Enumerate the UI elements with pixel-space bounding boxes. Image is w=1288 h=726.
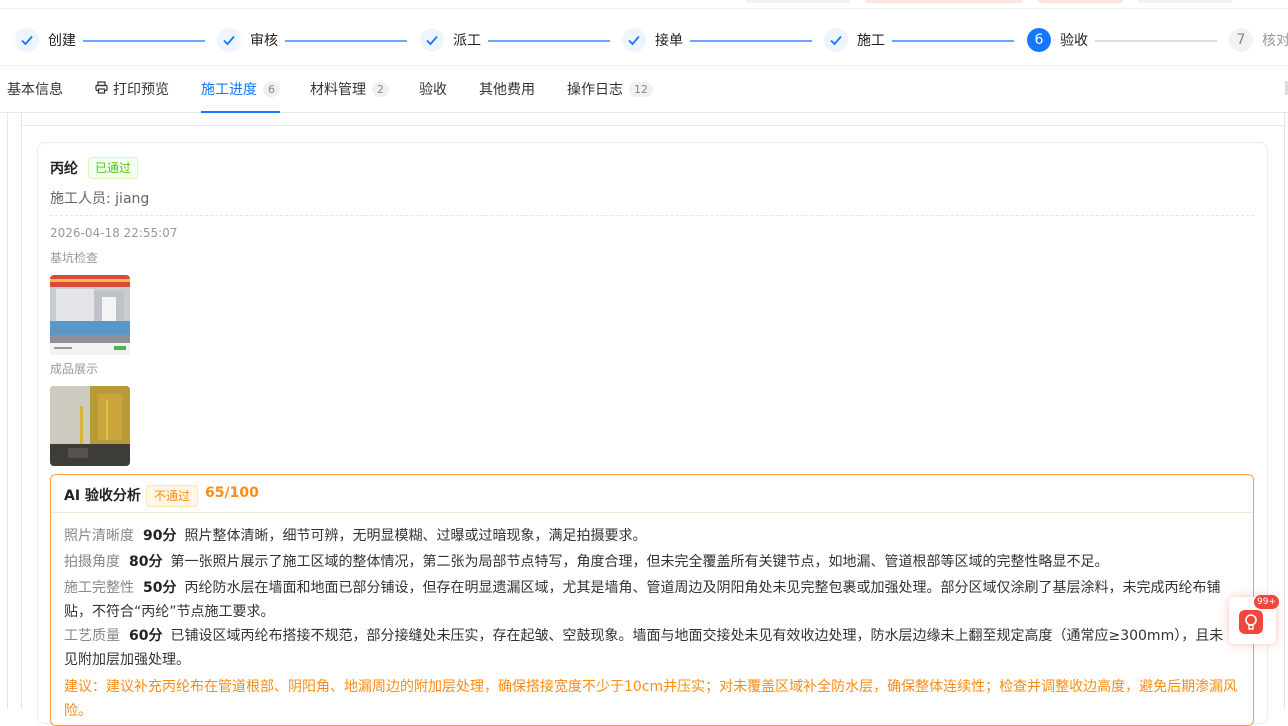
tab-inspection[interactable]: 验收: [419, 66, 447, 112]
section-label: 基坑检查: [50, 251, 99, 265]
item-label: 照片清晰度: [64, 528, 134, 544]
finished-work-photo[interactable]: [50, 386, 130, 466]
tab-other-fees[interactable]: 其他费用: [479, 66, 535, 112]
step-review: 审核: [217, 28, 278, 52]
ai-score: 65/100: [205, 485, 259, 501]
assistant-button[interactable]: 99+: [1229, 595, 1279, 644]
tab-bar: 基本信息 打印预览 施工进度 6 材料管理 2 验收 其他费用 操作日志 12: [0, 66, 1288, 113]
tab-label: 验收: [419, 82, 447, 98]
worker-name: 施工人员: jiang: [50, 191, 150, 207]
timestamp: 2026-04-18 22:55:07: [50, 226, 178, 240]
printer-icon: [95, 80, 108, 98]
tab-label: 其他费用: [479, 82, 535, 98]
section-label: 成品展示: [50, 362, 99, 376]
tab-print-preview[interactable]: 打印预览: [95, 66, 169, 112]
item-text: 第一张照片展示了施工区域的整体情况，第二张为局部节点特写，角度合理，但未完全覆盖…: [170, 554, 1109, 570]
item-label: 施工完整性: [64, 580, 134, 596]
item-text: 丙纶防水层在墙面和地面已部分铺设，但存在明显遗漏区域，尤其是墙角、管道周边及阴阳…: [64, 580, 1221, 620]
check-icon: [420, 28, 444, 52]
step-label: 接单: [655, 33, 683, 49]
progress-steps: 创建 审核 派工 接单 施工 6 验收 7 核对: [0, 9, 1288, 66]
item-text: 照片整体清晰，细节可辨，无明显模糊、过曝或过暗现象，满足拍摄要求。: [184, 528, 647, 544]
step-dispatch: 派工: [420, 28, 481, 52]
item-score: 90分: [143, 528, 177, 544]
step-number: 7: [1229, 28, 1253, 52]
step-label: 核对: [1262, 33, 1288, 49]
step-label: 审核: [250, 33, 278, 49]
tab-label: 施工进度: [201, 82, 257, 98]
item-score: 80分: [129, 554, 163, 570]
tab-construction-progress[interactable]: 施工进度 6: [201, 66, 280, 113]
item-label: 拍摄角度: [64, 554, 120, 570]
notification-count: 99+: [1254, 595, 1279, 609]
step-verify: 7 核对: [1229, 28, 1288, 52]
analysis-item: 施工完整性 50分 丙纶防水层在墙面和地面已部分铺设，但存在明显遗漏区域，尤其是墙角…: [64, 576, 1234, 624]
step-label: 创建: [48, 33, 76, 49]
count-badge: 12: [629, 81, 653, 97]
item-text: 已铺设区域丙纶布搭接不规范，部分接缝处未压实，存在起皱、空鼓现象。墙面与地面交接…: [64, 628, 1224, 668]
tab-operation-log[interactable]: 操作日志 12: [567, 66, 653, 112]
construction-site-photo[interactable]: [50, 275, 130, 355]
step-inspection: 6 验收: [1027, 28, 1088, 52]
tab-materials[interactable]: 材料管理 2: [310, 66, 389, 112]
step-label: 派工: [453, 33, 481, 49]
ai-analysis-box: AI 验收分析 不通过 65/100 照片清晰度 90分 照片整体清晰，细节可辨，无…: [50, 474, 1254, 726]
status-badge: 不通过: [146, 485, 199, 507]
divider: [50, 215, 1254, 216]
step-label: 验收: [1060, 33, 1088, 49]
check-icon: [217, 28, 241, 52]
tab-label: 打印预览: [113, 82, 169, 98]
item-score: 60分: [129, 628, 163, 644]
step-create: 创建: [15, 28, 76, 52]
ai-title: AI 验收分析: [64, 488, 141, 504]
check-icon: [824, 28, 848, 52]
step-label: 施工: [857, 33, 885, 49]
analysis-item: 照片清晰度 90分 照片整体清晰，细节可辨，无明显模糊、过曝或过暗现象，满足拍摄要求…: [64, 524, 1234, 548]
tab-label: 材料管理: [310, 82, 366, 98]
ai-header: AI 验收分析 不通过 65/100: [51, 475, 1253, 513]
check-icon: [622, 28, 646, 52]
tab-basic-info[interactable]: 基本信息: [7, 66, 63, 112]
status-badge: 已通过: [88, 157, 139, 179]
record-title: 丙纶: [50, 161, 78, 177]
top-strip: [0, 0, 1288, 9]
count-badge: 6: [263, 81, 280, 97]
check-icon: [15, 28, 39, 52]
tab-label: 基本信息: [7, 82, 63, 98]
count-badge: 2: [372, 81, 389, 97]
lightbulb-icon: [1239, 610, 1263, 634]
step-accept-order: 接单: [622, 28, 683, 52]
suggestion-text: 建议：建议补充丙纶布在管道根部、阴阳角、地漏周边的附加层处理，确保搭接宽度不少于…: [64, 679, 1238, 719]
tab-label: 操作日志: [567, 82, 623, 98]
divider: [7, 113, 8, 709]
analysis-item: 拍摄角度 80分 第一张照片展示了施工区域的整体情况，第二张为局部节点特写，角度合理…: [64, 550, 1234, 574]
item-label: 工艺质量: [64, 628, 120, 644]
analysis-item: 工艺质量 60分 已铺设区域丙纶布搭接不规范，部分接缝处未压实，存在起皱、空鼓现象。…: [64, 624, 1234, 672]
item-score: 50分: [143, 580, 177, 596]
step-number: 6: [1027, 28, 1051, 52]
step-construction: 施工: [824, 28, 885, 52]
